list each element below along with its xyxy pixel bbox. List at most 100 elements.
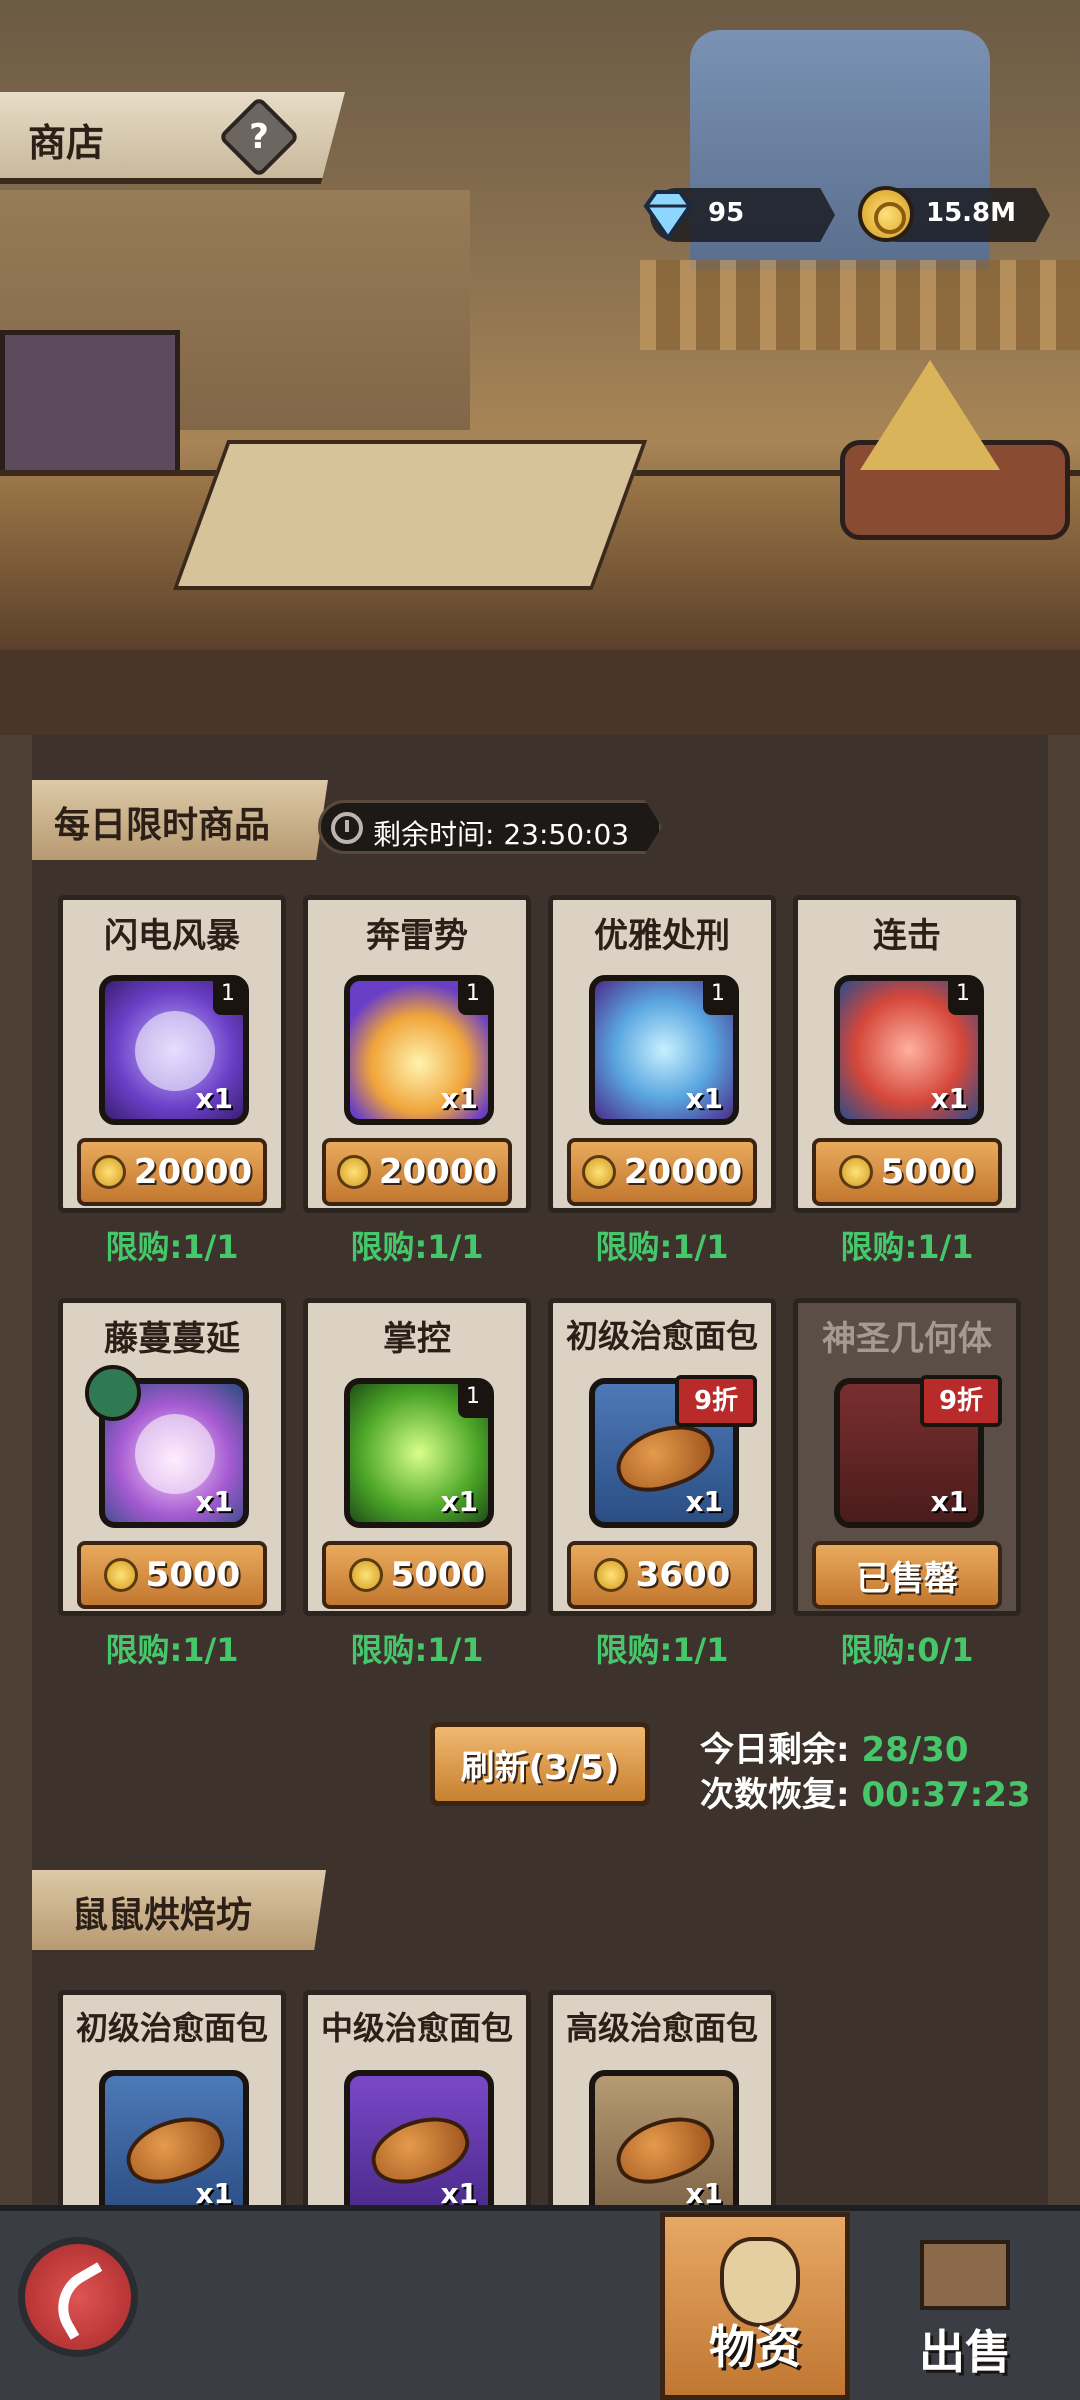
bread-icon: x1 (99, 2070, 249, 2220)
item-name: 初级治愈面包 (565, 1317, 758, 1355)
item-quantity: x1 (685, 1082, 723, 1115)
item-name: 掌控 (383, 1319, 451, 1359)
item-name: 高级治愈面包 (565, 2009, 758, 2047)
coin-icon (593, 1558, 628, 1592)
bakery-section-title: 鼠鼠烘焙坊 (72, 1895, 253, 1936)
timer-text: 剩余时间: 23:50:03 (373, 818, 630, 851)
item-name: 初级治愈面包 (75, 2009, 268, 2047)
item-quantity: x1 (685, 1485, 723, 1518)
purchase-limit: 限购:1/1 (105, 1228, 239, 1266)
thunder-burst-icon: 1 x1 (344, 975, 494, 1125)
item-name: 连击 (873, 916, 941, 956)
bakery-item-card[interactable]: 高级治愈面包 x1 (548, 1990, 776, 2230)
buy-button[interactable]: 20000 (567, 1138, 757, 1206)
item-level: 1 (703, 981, 733, 1015)
refresh-button[interactable]: 刷新(3/5) (430, 1722, 650, 1806)
item-quantity: x1 (440, 1082, 478, 1115)
tab-sell[interactable]: 出售 (870, 2212, 1060, 2400)
tab-sell-label: 出售 (919, 2325, 1011, 2379)
buy-button[interactable]: 5000 (812, 1138, 1002, 1206)
shop-item-card[interactable]: 连击 1 x1 5000 (793, 895, 1021, 1213)
shop-item-card[interactable]: 藤蔓蔓延 x1 5000 (58, 1298, 286, 1616)
back-arrow-button[interactable] (18, 2237, 138, 2357)
bread-icon: x1 (344, 2070, 494, 2220)
tab-supplies-label: 物资 (709, 2320, 801, 2374)
discount-badge: 9折 (920, 1375, 1002, 1427)
item-quantity: x1 (440, 1485, 478, 1518)
item-name: 优雅处刑 (594, 916, 730, 956)
today-remaining-label: 今日剩余: (700, 1730, 850, 1770)
shop-item-card[interactable]: 闪电风暴 1 x1 20000 (58, 895, 286, 1213)
sold-out-button: 已售罄 (812, 1541, 1002, 1609)
gem-count: 95 (708, 198, 745, 228)
item-level: 1 (213, 981, 243, 1015)
daily-section-banner: 每日限时商品 (32, 780, 328, 860)
purchase-limit: 限购:1/1 (595, 1631, 729, 1669)
refresh-timer: 剩余时间: 23:50:03 (318, 800, 662, 854)
item-price: 20000 (623, 1152, 743, 1192)
shop-item-card[interactable]: 初级治愈面包 x1 9折 3600 (548, 1298, 776, 1616)
item-level: 1 (458, 981, 488, 1015)
buy-button[interactable]: 3600 (567, 1541, 757, 1609)
shop-item-card[interactable]: 奔雷势 1 x1 20000 (303, 895, 531, 1213)
shop-item-card-soldout: 神圣几何体 x1 9折 已售罄 (793, 1298, 1021, 1616)
today-remaining: 今日剩余: 28/30 (700, 1722, 969, 1771)
coin-icon (103, 1558, 138, 1592)
shop-item-card[interactable]: 掌控 1 x1 5000 (303, 1298, 531, 1616)
sold-out-label: 已售罄 (856, 1558, 958, 1599)
scene-railing (640, 260, 1080, 350)
treasure-chest-icon (920, 2240, 1010, 2310)
bakery-item-card[interactable]: 初级治愈面包 x1 (58, 1990, 286, 2230)
buy-button[interactable]: 20000 (322, 1138, 512, 1206)
item-name: 奔雷势 (366, 916, 468, 956)
bakery-item-card[interactable]: 中级治愈面包 x1 (303, 1990, 531, 2230)
skill-glyph (135, 1414, 215, 1494)
coin-icon (838, 1155, 873, 1189)
tab-supplies[interactable]: 物资 (660, 2212, 850, 2400)
daily-section-title: 每日限时商品 (54, 805, 271, 846)
gold-coin-icon (858, 186, 914, 242)
elegant-execution-icon: 1 x1 (589, 975, 739, 1125)
coin-icon (91, 1155, 126, 1189)
diamond-icon (643, 190, 693, 242)
coin-icon (336, 1155, 371, 1189)
recover-value: 00:37:23 (861, 1775, 1031, 1815)
item-level: 1 (948, 981, 978, 1015)
purchase-limit: 限购:0/1 (840, 1631, 974, 1669)
gold-count: 15.8M (926, 198, 1017, 228)
item-quantity: x1 (930, 1485, 968, 1518)
lightning-storm-icon: 1 x1 (99, 975, 249, 1125)
item-name: 藤蔓蔓延 (104, 1319, 240, 1359)
item-name: 中级治愈面包 (320, 2009, 513, 2047)
item-name: 闪电风暴 (104, 916, 240, 956)
item-quantity: x1 (195, 1485, 233, 1518)
recover-countdown: 次数恢复: 00:37:23 (700, 1767, 1031, 1816)
item-price: 5000 (880, 1152, 976, 1192)
stopwatch-icon (331, 812, 363, 844)
bow-class-icon (85, 1365, 141, 1421)
item-price: 5000 (390, 1555, 486, 1595)
skill-glyph (135, 1011, 215, 1091)
item-quantity: x1 (195, 1082, 233, 1115)
scene-floor-band (0, 650, 1080, 735)
bakery-section-banner: 鼠鼠烘焙坊 (32, 1870, 326, 1950)
purchase-limit: 限购:1/1 (840, 1228, 974, 1266)
buy-button[interactable]: 20000 (77, 1138, 267, 1206)
today-remaining-value: 28/30 (861, 1730, 969, 1770)
scene-map (172, 440, 648, 590)
item-level: 1 (458, 1384, 488, 1418)
page-title: 商店 (28, 121, 105, 165)
bread-icon: x1 (589, 2070, 739, 2220)
recover-label: 次数恢复: (700, 1775, 850, 1815)
item-price: 20000 (378, 1152, 498, 1192)
coin-icon (581, 1155, 616, 1189)
item-price: 20000 (133, 1152, 253, 1192)
item-quantity: x1 (930, 1082, 968, 1115)
buy-button[interactable]: 5000 (77, 1541, 267, 1609)
scene-pyramid (860, 360, 1000, 470)
purchase-limit: 限购:1/1 (350, 1631, 484, 1669)
shop-item-card[interactable]: 优雅处刑 1 x1 20000 (548, 895, 776, 1213)
purchase-limit: 限购:1/1 (595, 1228, 729, 1266)
purchase-limit: 限购:1/1 (105, 1631, 239, 1669)
buy-button[interactable]: 5000 (322, 1541, 512, 1609)
